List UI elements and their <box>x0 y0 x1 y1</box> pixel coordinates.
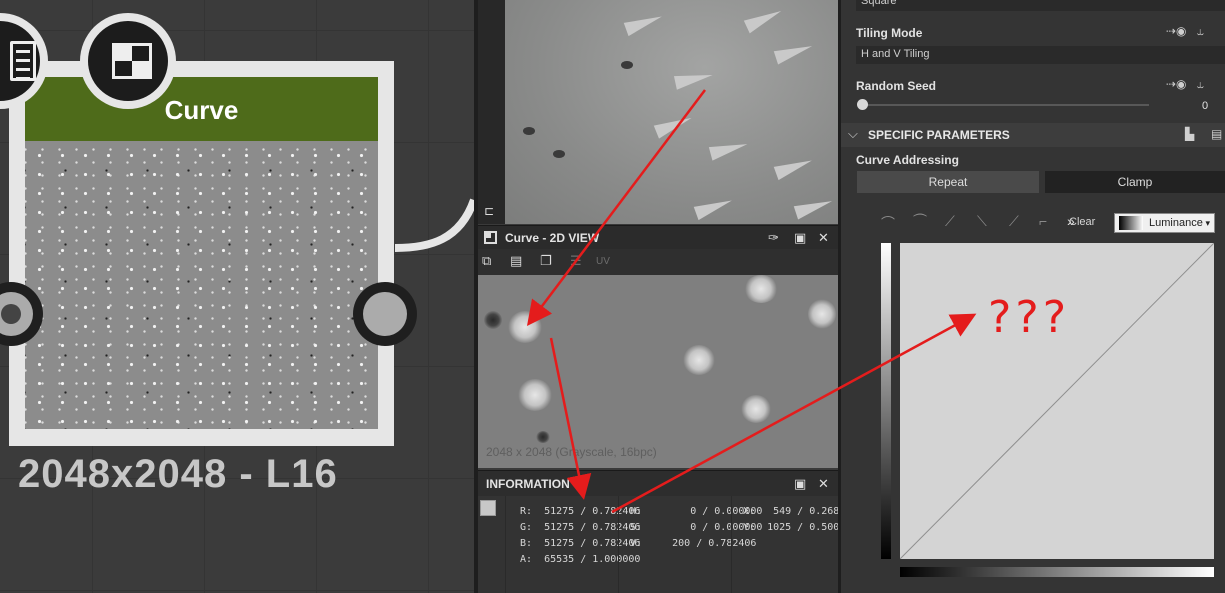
curve-tool-icon[interactable]: ⟍ <box>977 213 987 230</box>
hole-mark <box>621 61 633 69</box>
texture-dark-blob <box>484 311 502 329</box>
preset-icon[interactable]: ▙ <box>1185 127 1194 141</box>
list-icon[interactable]: ☰ <box>570 253 587 269</box>
function-icon[interactable]: ⥿ <box>1197 24 1204 39</box>
3d-render[interactable] <box>505 0 838 224</box>
texture-blob <box>808 299 836 329</box>
checker-icon[interactable] <box>80 13 176 109</box>
node-output-port[interactable] <box>353 282 417 346</box>
2d-view-image[interactable]: 2048 x 2048 (Grayscale, 16bpc) <box>478 275 838 468</box>
pattern-combo[interactable]: Square <box>856 0 1225 11</box>
spike-mark <box>708 137 750 161</box>
slider-handle[interactable] <box>857 99 868 110</box>
random-seed-slider[interactable] <box>861 104 1149 106</box>
curve-tool-icon[interactable]: ⟋ <box>945 213 955 230</box>
section-title: SPECIFIC PARAMETERS <box>868 128 1010 142</box>
random-seed-value: 0 <box>1202 100 1209 112</box>
link-icon[interactable]: ⇢◉ <box>1166 77 1187 91</box>
curve-tool-icon[interactable]: ⟋ <box>1009 213 1019 230</box>
input-gradient-bar <box>900 567 1214 577</box>
2d-view-icon <box>484 231 497 244</box>
spike-mark <box>693 193 735 221</box>
close-icon[interactable]: ✕ <box>818 476 829 492</box>
tiling-mode-combo[interactable]: H and V Tiling <box>856 46 1225 64</box>
copy-icon[interactable]: ❐ <box>540 253 557 269</box>
spike-mark <box>653 111 695 139</box>
save-icon[interactable]: ▤ <box>510 253 527 269</box>
addressing-clamp-button[interactable]: Clamp <box>1045 171 1225 193</box>
node-resolution: 2048x2048 - L16 <box>18 452 338 496</box>
spike-mark <box>773 39 815 65</box>
pin-icon[interactable]: ✑ <box>768 230 779 246</box>
rgba-values: R: 51275 / 0.782406 G: 51275 / 0.782406 B:… <box>520 506 641 565</box>
app-root: Curve 2048x2048 - L16 ⊏ Curve - 2D VIEW … <box>0 0 1225 593</box>
view-mode-icon[interactable]: ⧉ <box>482 253 499 269</box>
information-panel: R: 51275 / 0.782406 G: 51275 / 0.782406 B:… <box>478 496 857 593</box>
spike-mark <box>673 68 715 90</box>
hole-mark <box>553 150 565 158</box>
curve-tool-icon[interactable]: ⏜ <box>913 213 926 230</box>
addressing-repeat-button[interactable]: Repeat <box>857 171 1039 193</box>
chevron-down-icon: ⌵ <box>848 126 858 141</box>
specific-parameters-header[interactable]: ⌵ SPECIFIC PARAMETERS ▙ ▤ <box>841 123 1225 147</box>
maximize-icon[interactable]: ▣ <box>794 230 806 246</box>
curve-addressing-label: Curve Addressing <box>856 153 959 167</box>
channel-dropdown[interactable]: Luminance ▾ <box>1114 213 1215 233</box>
curve-line <box>899 242 1215 560</box>
texture-blob <box>741 395 771 423</box>
spike-mark <box>793 194 835 220</box>
information-titlebar[interactable]: INFORMATION ▣ ✕ <box>478 470 838 496</box>
texture-blob <box>744 275 778 303</box>
information-title: INFORMATION <box>486 477 570 491</box>
channel-dropdown-value: Luminance <box>1149 217 1203 229</box>
link-icon[interactable]: ⇢◉ <box>1166 24 1187 38</box>
texture-blob <box>683 345 715 375</box>
question-annotation: ??? <box>988 292 1071 343</box>
maximize-icon[interactable]: ▣ <box>794 476 806 492</box>
2d-view-image-info: 2048 x 2048 (Grayscale, 16bpc) <box>486 445 657 459</box>
curve-editor[interactable] <box>899 242 1215 560</box>
spike-mark <box>773 153 815 181</box>
spike-mark <box>743 4 785 34</box>
hole-mark <box>523 127 535 135</box>
2d-view-title: Curve - 2D VIEW <box>505 231 600 245</box>
texture-blob <box>518 379 552 411</box>
node-wire <box>394 198 478 252</box>
2d-view-toolbar: ⧉ ▤ ❐ ☰ UV <box>478 249 838 275</box>
uv-toggle[interactable]: UV <box>596 256 613 272</box>
curve-node[interactable]: Curve <box>0 61 417 446</box>
texture-dark-blob <box>536 431 550 443</box>
document-icon[interactable]: ▤ <box>1211 127 1222 141</box>
node-header: Curve <box>25 77 378 141</box>
curve-tool-icon[interactable]: ⌒ <box>881 213 895 233</box>
node-thumbnail <box>25 141 378 429</box>
tiling-mode-label: Tiling Mode <box>856 26 923 40</box>
node-title: Curve <box>164 95 239 125</box>
clear-button[interactable]: Clear <box>1069 216 1095 228</box>
texture-blob <box>508 311 542 343</box>
2d-view-titlebar[interactable]: Curve - 2D VIEW ✑ ▣ ✕ <box>478 225 838 249</box>
spike-mark <box>623 9 665 37</box>
3d-view[interactable]: ⊏ <box>478 0 838 224</box>
hierarchy-icon[interactable]: ⊏ <box>484 204 498 218</box>
close-icon[interactable]: ✕ <box>818 230 829 246</box>
color-swatch <box>480 500 496 516</box>
output-gradient-bar <box>881 243 891 559</box>
graph-canvas[interactable]: Curve 2048x2048 - L16 <box>0 0 478 593</box>
curve-tool-icon[interactable]: ⌐ <box>1039 213 1047 229</box>
chevron-down-icon: ▾ <box>1205 218 1210 228</box>
function-icon[interactable]: ⥿ <box>1197 77 1204 92</box>
random-seed-label: Random Seed <box>856 79 937 93</box>
gradient-icon <box>1119 216 1143 230</box>
